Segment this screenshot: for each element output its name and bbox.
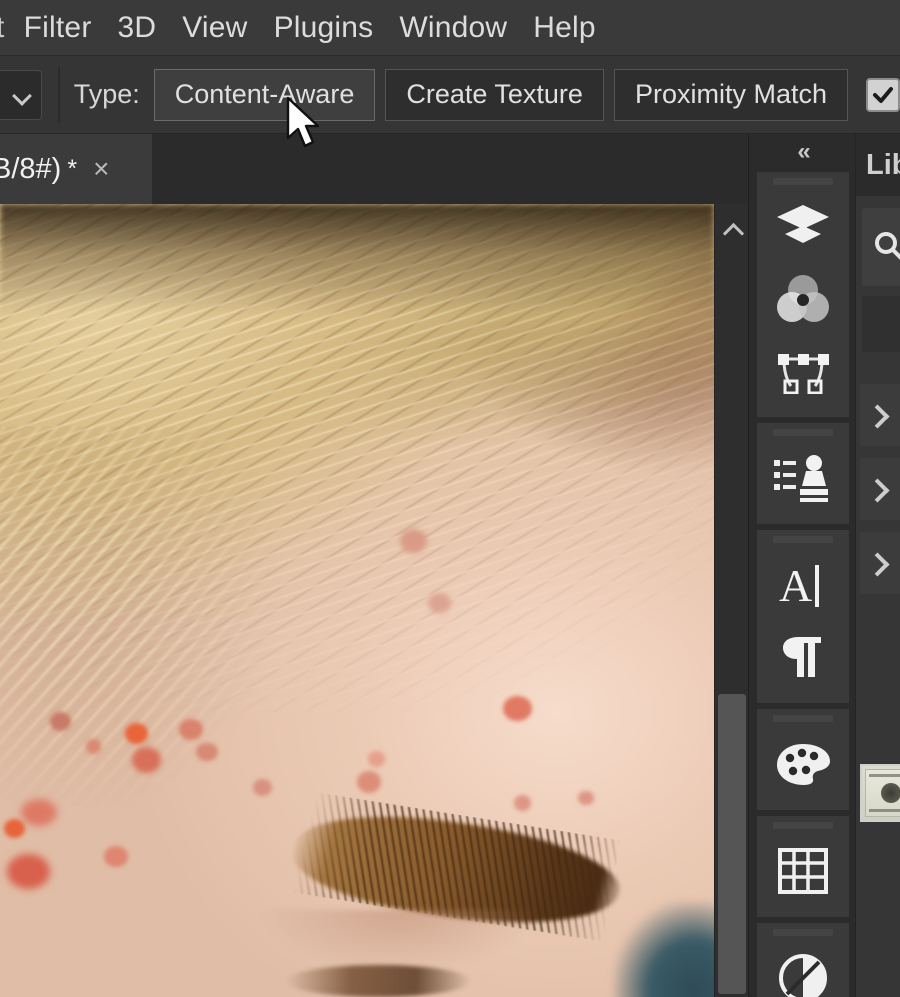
check-icon — [873, 86, 893, 103]
document-tab[interactable]: B/8#) * × — [0, 134, 152, 204]
blemish-spot — [85, 739, 102, 754]
panel-button-channels[interactable] — [757, 263, 849, 335]
blemish-spot — [132, 747, 161, 773]
background-corner — [614, 901, 714, 997]
blemish-spot — [367, 751, 385, 768]
adjustments-icon — [779, 954, 827, 997]
menu-item-view[interactable]: View — [169, 9, 260, 47]
canvas-vertical-scrollbar[interactable] — [714, 204, 748, 997]
blemish-spot — [178, 719, 203, 741]
scroll-up-button[interactable] — [715, 214, 749, 244]
close-icon[interactable]: × — [93, 155, 109, 183]
blemish-spot — [578, 790, 595, 806]
libraries-filter-field[interactable] — [862, 296, 900, 352]
menu-item-help[interactable]: Help — [520, 9, 609, 47]
swatches-palette-icon — [777, 744, 830, 785]
menu-item-filter[interactable]: Filter — [11, 9, 105, 47]
brush-preset-picker[interactable] — [0, 69, 43, 120]
panel-button-paths[interactable] — [757, 335, 849, 407]
blemish-spot — [3, 818, 25, 838]
panel-button-swatches[interactable] — [757, 728, 849, 800]
paths-icon — [778, 354, 829, 394]
libraries-tab[interactable]: Lib — [856, 134, 900, 196]
type-content-aware-button[interactable]: Content-Aware — [153, 68, 376, 121]
photoshop-window: t Filter 3D View Plugins Window Help Typ… — [0, 0, 900, 997]
blemish-spot — [514, 794, 532, 811]
document-tab-dirty-marker: * — [67, 154, 78, 183]
blemish-spot — [399, 529, 427, 553]
type-label: Type: — [73, 79, 140, 109]
blemish-spot — [103, 846, 128, 867]
toolbar-divider — [58, 66, 60, 123]
type-create-texture-button[interactable]: Create Texture — [385, 68, 604, 121]
chevron-right-icon — [868, 477, 884, 501]
healing-type-group: Content-Aware Create Texture Proximity M… — [153, 68, 848, 121]
hair-shadow-top — [0, 204, 714, 316]
libraries-search-input[interactable] — [862, 208, 900, 286]
chevron-right-icon — [868, 551, 884, 575]
image-canvas[interactable] — [0, 204, 714, 997]
clone-source-icon — [774, 455, 828, 502]
dock-group-patterns — [757, 816, 849, 917]
photo-content — [0, 204, 714, 997]
panel-dock: « A — [748, 134, 855, 997]
library-asset-thumbnail[interactable] — [860, 764, 900, 822]
layers-icon — [777, 205, 829, 243]
panel-button-character[interactable]: A — [757, 549, 849, 621]
banknote-portrait — [881, 783, 900, 803]
chevron-right-icon — [868, 403, 884, 427]
hair-fringe — [0, 426, 365, 807]
libraries-group-row[interactable] — [860, 532, 900, 594]
panel-button-clone-source[interactable] — [757, 442, 849, 514]
dock-group-type: A — [757, 530, 849, 703]
blemish-spot — [503, 695, 532, 722]
blemish-spot — [196, 743, 218, 761]
blemish-spot — [7, 854, 50, 890]
character-icon: A — [779, 560, 819, 611]
panel-button-adjustments[interactable] — [757, 942, 849, 997]
banknote-thumbnail — [865, 769, 900, 817]
dock-groups: A — [757, 172, 849, 997]
eyelash-line — [285, 965, 472, 997]
libraries-tab-label: Lib — [866, 148, 900, 181]
dock-group-handle — [773, 178, 833, 185]
scrollbar-thumb[interactable] — [718, 694, 746, 994]
paragraph-icon — [783, 637, 821, 677]
dock-group-swatches — [757, 709, 849, 810]
dock-group-handle — [773, 715, 833, 722]
panel-button-patterns[interactable] — [757, 835, 849, 907]
dock-group-handle — [773, 429, 833, 436]
sample-all-layers-checkbox[interactable] — [866, 77, 900, 112]
blemish-spot — [49, 711, 72, 731]
libraries-panel: Lib — [855, 134, 900, 997]
menu-item-clipped[interactable]: t — [0, 11, 5, 45]
menu-bar: t Filter 3D View Plugins Window Help — [0, 0, 900, 56]
dock-group-clone-source — [757, 423, 849, 524]
type-proximity-match-button[interactable]: Proximity Match — [613, 68, 848, 121]
dock-group-handle — [773, 536, 833, 543]
options-bar: Type: Content-Aware Create Texture Proxi… — [0, 56, 900, 134]
dock-group-handle — [773, 822, 833, 829]
svg-text:A: A — [779, 560, 812, 611]
blemish-spot — [21, 798, 58, 826]
menu-item-plugins[interactable]: Plugins — [261, 9, 387, 47]
panel-button-layers[interactable] — [757, 191, 849, 263]
menu-item-3d[interactable]: 3D — [105, 9, 170, 47]
dock-group-layers — [757, 172, 849, 417]
patterns-grid-icon — [778, 848, 828, 894]
chevron-down-icon — [14, 89, 32, 100]
collapse-panels-button[interactable]: « — [749, 134, 856, 170]
search-icon — [875, 232, 900, 260]
document-tab-bar: B/8#) * × — [0, 134, 748, 204]
channels-icon — [777, 275, 829, 322]
libraries-group-row[interactable] — [860, 384, 900, 446]
dock-group-handle — [773, 929, 833, 936]
dock-group-adjustments — [757, 923, 849, 997]
blemish-spot — [124, 723, 148, 745]
menu-item-window[interactable]: Window — [386, 9, 520, 47]
panel-button-paragraph[interactable] — [757, 621, 849, 693]
document-tab-title: B/8#) — [0, 152, 62, 185]
libraries-group-row[interactable] — [860, 458, 900, 520]
chevron-up-icon — [722, 223, 742, 235]
